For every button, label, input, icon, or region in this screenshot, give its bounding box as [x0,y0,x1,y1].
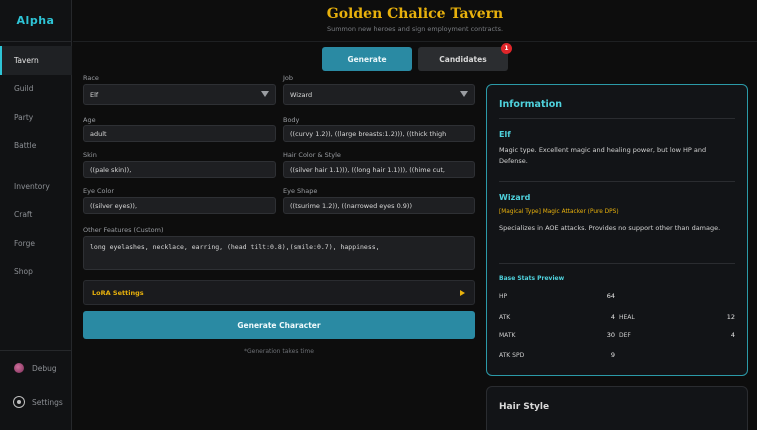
job-info-name: Wizard [499,193,531,202]
body-input[interactable]: ((curvy 1.2)), ((large breasts:1.2))), (… [283,125,475,142]
race-info-description: Magic type. Excellent magic and healing … [499,146,707,165]
race-select[interactable]: Elf [83,84,276,105]
sidebar-nav-secondary: Inventory Craft Forge Shop [0,172,72,286]
generate-character-button[interactable]: Generate Character [83,311,475,339]
stat-atk-label: ATK [499,314,511,321]
gear-icon [14,397,24,407]
candidates-count-badge: 1 [501,43,512,54]
hair-input[interactable]: ((silver hair 1.1))), ((long hair 1.1)))… [283,161,475,178]
debug-icon [14,363,24,373]
tab-candidates[interactable]: Candidates [418,47,508,71]
base-stats-title: Base Stats Preview [499,275,565,282]
settings-label: Settings [32,397,63,407]
divider [499,263,735,264]
chevron-down-icon [261,91,269,97]
sidebar-item-tavern[interactable]: Tavern [0,46,72,75]
stat-def-value: 4 [730,331,735,339]
stat-def-label: DEF [619,332,631,339]
sidebar-item-inventory[interactable]: Inventory [0,172,72,201]
lora-settings-label: LoRA Settings [92,288,144,297]
stat-hp-label: HP [499,293,508,300]
debug-label: Debug [32,363,57,373]
hair-style-title: Hair Style [499,402,550,412]
lora-settings-toggle[interactable]: LoRA Settings [83,280,475,305]
stat-atk-value: 4 [610,313,615,321]
caret-right-icon [460,290,465,296]
job-select-value: Wizard [290,90,313,99]
divider [499,118,735,119]
body-label: Body [283,116,300,124]
job-info-description: Specializes in AOE attacks. Provides no … [499,224,721,232]
eye-shape-label: Eye Shape [283,187,318,195]
other-features-textarea[interactable]: long eyelashes, necklace, earring, (head… [83,236,475,270]
sidebar-nav: Tavern Guild Party Battle [0,46,72,160]
stat-atkspd-value: 9 [610,351,615,359]
stat-matk-value: 30 [606,331,615,339]
page-header: Golden Chalice Tavern Summon new heroes … [73,0,757,42]
stat-heal-value: 12 [726,313,735,321]
divider [499,181,735,182]
page-title: Golden Chalice Tavern [326,6,504,22]
stat-matk-label: MATK [499,332,516,339]
job-info-type: [Magical Type] Magic Attacker (Pure DPS) [499,209,619,215]
age-label: Age [83,116,96,124]
other-features-label: Other Features (Custom) [83,226,164,234]
sidebar-item-forge[interactable]: Forge [0,229,72,258]
race-select-value: Elf [90,90,99,99]
sidebar-item-settings[interactable]: Settings [0,385,72,419]
sidebar-item-party[interactable]: Party [0,103,72,132]
sidebar-item-craft[interactable]: Craft [0,201,72,230]
sidebar-item-battle[interactable]: Battle [0,132,72,161]
sidebar-item-debug[interactable]: Debug [0,351,72,385]
brand-logo: Alpha [0,0,71,42]
eye-color-input[interactable]: ((silver eyes)), [83,197,276,214]
hair-style-panel: Hair Style [486,386,748,430]
sidebar-bottom: Debug Settings [0,350,72,419]
tab-generate[interactable]: Generate [322,47,412,71]
race-info-name: Elf [499,130,511,139]
eye-shape-input[interactable]: ((tsurime 1.2)), ((narrowed eyes 0.9)) [283,197,475,214]
sidebar-item-shop[interactable]: Shop [0,258,72,287]
stat-atkspd-label: ATK SPD [499,352,525,359]
information-title: Information [499,99,563,110]
generation-note: *Generation takes time [244,348,314,355]
stat-heal-label: HEAL [619,314,635,321]
chevron-down-icon [460,91,468,97]
sidebar: Alpha Tavern Guild Party Battle Inventor… [0,0,72,430]
age-input[interactable]: adult [83,125,276,142]
skin-label: Skin [83,151,97,159]
page-subtitle: Summon new heroes and sign employment co… [326,25,504,33]
hair-label: Hair Color & Style [283,151,341,159]
sidebar-item-guild[interactable]: Guild [0,75,72,104]
race-label: Race [83,74,99,82]
job-select[interactable]: Wizard [283,84,475,105]
stat-hp-value: 64 [606,292,615,300]
information-panel: Information Elf Magic type. Excellent ma… [486,84,748,376]
job-label: Job [283,74,294,82]
eye-color-label: Eye Color [83,187,114,195]
skin-input[interactable]: ((pale skin)), [83,161,276,178]
